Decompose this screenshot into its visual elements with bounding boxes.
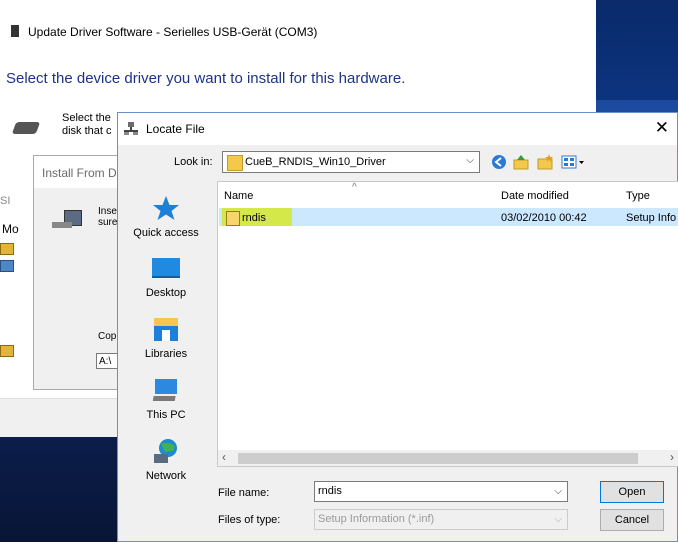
file-list: ^ Name Date modified Type rndis 03/02/20… (217, 181, 678, 467)
up-folder-icon[interactable] (512, 153, 530, 171)
star-icon (153, 196, 179, 220)
setup-info-file-icon (226, 211, 240, 226)
desktop-icon (152, 258, 180, 278)
driver-icon (11, 25, 19, 37)
wizard-title: Update Driver Software - Serielles USB-G… (28, 25, 318, 39)
place-quick-access[interactable]: Quick access (118, 191, 214, 251)
file-name-input[interactable]: rndis ⌵ (314, 481, 568, 502)
horizontal-scrollbar[interactable]: ‹ › (218, 450, 678, 466)
libraries-icon (154, 318, 178, 341)
file-name-label: File name: (218, 487, 270, 499)
scroll-left-icon[interactable]: ‹ (222, 450, 226, 464)
files-of-type-select[interactable]: Setup Information (*.inf) ⌵ (314, 509, 568, 530)
new-folder-icon[interactable] (536, 153, 554, 171)
ifd-line-1: Inse (98, 206, 117, 217)
view-menu-icon[interactable] (560, 153, 586, 171)
instruction-line-2: disk that c (62, 125, 112, 137)
look-in-value: CueB_RNDIS_Win10_Driver (245, 156, 386, 168)
place-desktop[interactable]: Desktop (118, 251, 214, 311)
chevron-down-icon: ⌵ (466, 155, 474, 166)
place-libraries[interactable]: Libraries (118, 312, 214, 372)
column-header-type[interactable]: Type (626, 190, 650, 202)
locate-file-dialog: Locate File ✕ Look in: CueB_RNDIS_Win10_… (117, 112, 678, 542)
instruction-line-1: Select the (62, 112, 111, 124)
network-drive-icon (124, 122, 138, 135)
place-network[interactable]: Network (118, 434, 214, 494)
file-date-cell: 03/02/2010 00:42 (501, 212, 587, 224)
file-type-cell: Setup Info (626, 212, 677, 224)
column-header-name[interactable]: Name (224, 190, 253, 202)
place-label: Network (145, 470, 187, 482)
wizard-heading: Select the device driver you want to ins… (6, 70, 406, 87)
floppy-drive-icon (52, 222, 72, 228)
computer-icon (152, 379, 177, 401)
scroll-right-icon[interactable]: › (670, 450, 674, 464)
file-name-value: rndis (318, 485, 342, 497)
place-label: Quick access (133, 227, 199, 239)
chevron-down-icon[interactable]: ⌵ (554, 510, 562, 529)
sort-ascending-icon: ^ (352, 182, 357, 193)
close-icon[interactable]: ✕ (655, 118, 669, 138)
copy-from-label: Cop (98, 331, 117, 342)
look-in-label: Look in: (174, 156, 213, 168)
device-icon (11, 122, 41, 134)
column-header-date[interactable]: Date modified (501, 190, 569, 202)
model-header-fragment: Mo (2, 222, 19, 236)
lf-titlebar: Locate File ✕ (118, 113, 677, 145)
files-of-type-label: Files of type: (218, 514, 281, 526)
look-in-dropdown[interactable]: CueB_RNDIS_Win10_Driver ⌵ (222, 151, 480, 173)
cancel-button[interactable]: Cancel (600, 509, 664, 531)
ifd-instruction: Inse sure (98, 206, 117, 228)
wizard-instruction: Select the disk that c (62, 112, 112, 138)
dialog-title: Locate File (146, 122, 205, 136)
ifd-title: Install From D (42, 166, 117, 180)
files-of-type-value: Setup Information (*.inf) (318, 513, 435, 525)
driver-list-icon (0, 260, 14, 272)
file-name-cell[interactable]: rndis (242, 212, 266, 224)
network-icon (154, 439, 177, 463)
ifd-line-2: sure (98, 217, 118, 228)
open-button[interactable]: Open (600, 481, 664, 503)
driver-list-icon (0, 243, 14, 255)
place-label: Desktop (145, 287, 187, 299)
places-bar: Quick access Desktop Libraries This PC N… (118, 179, 214, 482)
place-this-pc[interactable]: This PC (118, 373, 214, 433)
folder-icon (227, 155, 243, 171)
back-icon[interactable] (490, 153, 508, 171)
disk-icon (0, 345, 14, 357)
scrollbar-thumb[interactable] (238, 453, 638, 464)
show-compatible-checkbox-fragment[interactable]: SI (0, 195, 10, 207)
place-label: This PC (146, 409, 186, 421)
place-label: Libraries (144, 348, 188, 360)
chevron-down-icon[interactable]: ⌵ (554, 482, 562, 501)
